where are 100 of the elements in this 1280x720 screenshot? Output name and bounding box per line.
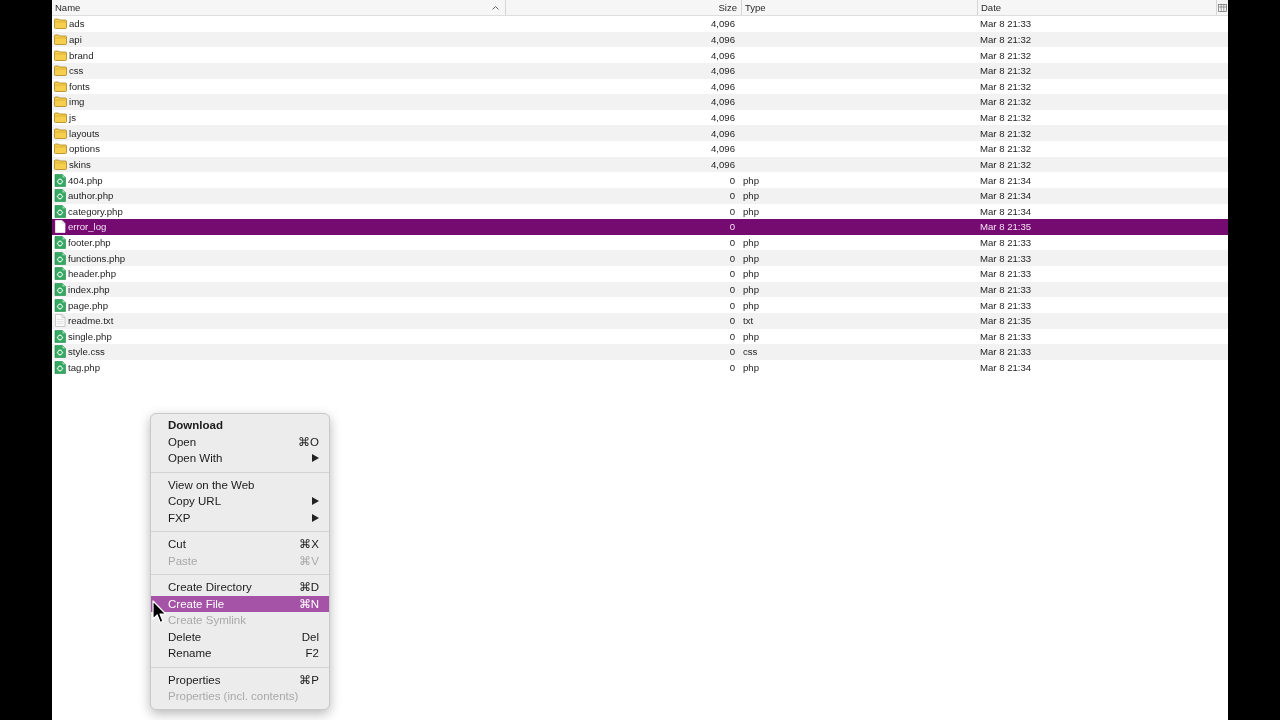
file-type: php — [742, 190, 759, 202]
file-row[interactable]: layouts 4,096 Mar 8 21:32 — [52, 125, 1228, 141]
file-type: txt — [742, 315, 754, 327]
file-date: Mar 8 21:34 — [979, 174, 1032, 186]
file-name: tag.php — [68, 362, 100, 374]
file-date: Mar 8 21:32 — [979, 143, 1032, 155]
file-name: brand — [69, 49, 94, 61]
file-date: Mar 8 21:33 — [979, 237, 1032, 249]
folder-icon — [54, 158, 67, 170]
file-size: 0 — [729, 190, 736, 202]
file-date: Mar 8 21:35 — [979, 221, 1032, 233]
file-date: Mar 8 21:32 — [979, 33, 1032, 45]
file-icon — [54, 298, 66, 312]
file-name: api — [69, 33, 82, 45]
file-size: 0 — [729, 283, 736, 295]
menu-item[interactable]: Delete Del — [151, 628, 329, 645]
file-size: 0 — [729, 221, 736, 233]
file-type: css — [742, 346, 758, 358]
file-date: Mar 8 21:33 — [979, 330, 1032, 342]
file-row[interactable]: img 4,096 Mar 8 21:32 — [52, 94, 1228, 110]
folder-icon — [54, 80, 67, 92]
file-size: 0 — [729, 362, 736, 374]
shortcut-text: ⌘O — [298, 434, 319, 449]
file-name: author.php — [68, 190, 114, 202]
file-type: php — [742, 330, 759, 342]
menu-item[interactable]: Create File ⌘N — [151, 595, 329, 612]
column-chooser-icon[interactable] — [1218, 3, 1227, 12]
file-size: 4,096 — [711, 112, 736, 124]
file-type: php — [742, 252, 759, 264]
menu-item[interactable]: Cut ⌘X — [151, 536, 329, 553]
file-name: ads — [69, 18, 85, 30]
file-date: Mar 8 21:34 — [979, 205, 1032, 217]
shortcut-text: ⌘X — [299, 537, 319, 552]
file-name: 404.php — [68, 174, 103, 186]
file-type: php — [742, 237, 759, 249]
menu-item[interactable]: Open With — [151, 450, 329, 467]
menu-item[interactable]: Properties ⌘P — [151, 671, 329, 688]
file-icon — [54, 204, 66, 218]
column-header[interactable]: Size — [505, 0, 741, 15]
file-size: 0 — [729, 252, 736, 264]
file-date: Mar 8 21:32 — [979, 158, 1032, 170]
file-size: 4,096 — [711, 96, 736, 108]
menu-item[interactable]: Download — [151, 417, 329, 434]
file-name: header.php — [68, 268, 116, 280]
file-type: php — [742, 174, 759, 186]
folder-icon — [54, 65, 67, 77]
file-date: Mar 8 21:32 — [979, 127, 1032, 139]
file-date: Mar 8 21:32 — [979, 96, 1032, 108]
file-row[interactable]: style.css 0 css Mar 8 21:33 — [52, 344, 1228, 360]
file-name: style.css — [68, 346, 105, 358]
file-icon — [54, 282, 66, 296]
menu-item[interactable]: View on the Web — [151, 476, 329, 493]
file-size: 4,096 — [711, 127, 736, 139]
column-header[interactable]: Type — [741, 0, 977, 15]
file-row[interactable]: error_log 0 Mar 8 21:35 — [52, 219, 1228, 235]
file-date: Mar 8 21:32 — [979, 49, 1032, 61]
file-size: 4,096 — [711, 49, 736, 61]
menu-item[interactable]: Create Directory ⌘D — [151, 579, 329, 596]
file-date: Mar 8 21:32 — [979, 112, 1032, 124]
file-size: 4,096 — [711, 33, 736, 45]
file-date: Mar 8 21:33 — [979, 299, 1032, 311]
file-size: 4,096 — [711, 80, 736, 92]
file-date: Mar 8 21:33 — [979, 252, 1032, 264]
file-name: error_log — [68, 221, 107, 233]
file-name: img — [69, 96, 85, 108]
file-name: fonts — [69, 80, 90, 92]
file-date: Mar 8 21:33 — [979, 283, 1032, 295]
folder-icon — [54, 18, 67, 30]
file-size: 0 — [729, 346, 736, 358]
file-name: page.php — [68, 299, 108, 311]
file-name: footer.php — [68, 237, 111, 249]
folder-icon — [54, 127, 67, 139]
file-size: 4,096 — [711, 158, 736, 170]
menu-item[interactable]: Copy URL — [151, 493, 329, 510]
menu-item[interactable]: FXP — [151, 509, 329, 526]
menu-item[interactable]: Rename F2 — [151, 645, 329, 662]
document-icon — [54, 220, 66, 234]
shortcut-text: ⌘V — [299, 553, 319, 568]
file-name: functions.php — [68, 252, 126, 264]
file-name: layouts — [69, 127, 100, 139]
file-size: 4,096 — [711, 143, 736, 155]
shortcut-text: F2 — [305, 647, 319, 660]
file-date: Mar 8 21:33 — [979, 268, 1032, 280]
file-date: Mar 8 21:32 — [979, 65, 1032, 77]
file-size: 0 — [729, 268, 736, 280]
file-type: php — [742, 268, 759, 280]
menu-item[interactable]: Open ⌘O — [151, 433, 329, 450]
file-date: Mar 8 21:32 — [979, 80, 1032, 92]
file-size: 0 — [729, 205, 736, 217]
file-type: php — [742, 283, 759, 295]
cursor-icon — [152, 600, 167, 624]
file-row[interactable]: functions.php 0 php Mar 8 21:33 — [52, 250, 1228, 266]
column-header[interactable]: Name — [52, 0, 505, 15]
shortcut-text: ⌘D — [298, 580, 319, 595]
file-name: options — [69, 143, 100, 155]
column-header[interactable]: Date — [977, 0, 1216, 15]
file-size: 0 — [729, 315, 736, 327]
file-name: js — [69, 112, 76, 124]
folder-icon — [54, 33, 67, 45]
file-name: skins — [69, 158, 91, 170]
